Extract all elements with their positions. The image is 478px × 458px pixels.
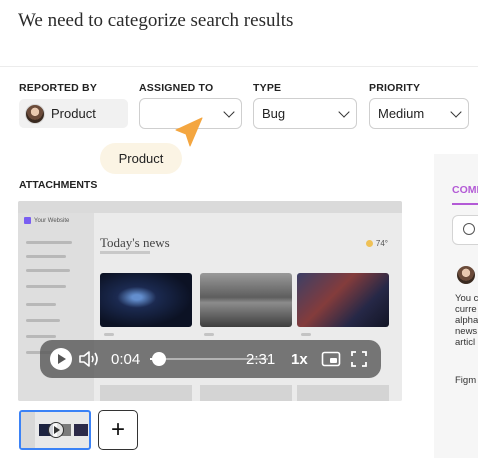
play-icon (48, 422, 64, 438)
volume-button[interactable] (78, 340, 102, 378)
preview-nav-line (26, 303, 56, 306)
reported-by-value: Product (51, 106, 96, 121)
preview-date (100, 251, 150, 254)
add-attachment-button[interactable]: + (98, 410, 138, 450)
assigned-to-label: ASSIGNED TO (139, 82, 214, 94)
current-time: 0:04 (111, 350, 141, 368)
preview-caption (104, 333, 114, 336)
priority-value: Medium (378, 106, 425, 121)
comments-tab[interactable]: COMMENTS (452, 184, 478, 196)
duration: 2:31 (246, 350, 276, 368)
attachment-thumbnail[interactable] (19, 410, 91, 450)
priority-label: PRIORITY (369, 82, 421, 94)
chevron-down-icon (450, 105, 462, 118)
picture-in-picture-icon (321, 351, 341, 367)
chevron-down-icon (338, 105, 350, 118)
assignee-tooltip[interactable]: Product (100, 143, 182, 174)
preview-caption (204, 333, 214, 336)
preview-headline: Today's news (100, 235, 170, 250)
chevron-down-icon (223, 105, 235, 118)
comments-search-input[interactable] (452, 215, 478, 245)
video-controls: 0:04 2:31 1x (40, 340, 381, 378)
comments-tab-underline (452, 203, 478, 205)
divider (0, 66, 478, 67)
reported-by-chip[interactable]: Product (19, 99, 128, 128)
attachments-label: ATTACHMENTS (19, 179, 98, 191)
preview-card-image (297, 273, 389, 327)
priority-select[interactable]: Medium (369, 98, 469, 129)
type-value: Bug (262, 106, 286, 121)
preview-card-image (200, 385, 292, 401)
preview-nav-line (26, 255, 66, 258)
volume-icon (79, 351, 98, 367)
preview-caption (301, 333, 311, 336)
avatar (457, 266, 475, 284)
issue-title: We need to categorize search results (18, 10, 294, 31)
preview-card-image (297, 385, 389, 401)
type-label: TYPE (253, 82, 282, 94)
picture-in-picture-button[interactable] (321, 340, 341, 378)
cursor-arrow-icon (175, 117, 203, 147)
preview-card-image (100, 273, 192, 327)
avatar (25, 103, 45, 124)
play-icon (50, 348, 72, 370)
preview-nav-line (26, 241, 72, 244)
comment-link[interactable]: Figm (455, 375, 478, 386)
preview-app-name: Your Website (24, 217, 69, 224)
fullscreen-icon (351, 351, 367, 367)
play-button[interactable] (50, 340, 74, 378)
preview-topbar (18, 201, 402, 213)
reported-by-label: REPORTED BY (19, 82, 98, 94)
comment-text: You c curre alpha news articl (455, 293, 478, 348)
preview-nav-line (26, 285, 66, 288)
preview-weather: 74° (365, 239, 388, 248)
preview-nav-line (26, 335, 56, 338)
preview-card-image (200, 273, 292, 327)
preview-card-image (100, 385, 192, 401)
playback-speed-button[interactable]: 1x (291, 340, 308, 378)
fullscreen-button[interactable] (351, 340, 367, 378)
search-icon (463, 223, 475, 235)
preview-nav-line (26, 269, 70, 272)
preview-nav-line (26, 319, 60, 322)
scrubber-handle[interactable] (152, 352, 166, 366)
type-select[interactable]: Bug (253, 98, 357, 129)
